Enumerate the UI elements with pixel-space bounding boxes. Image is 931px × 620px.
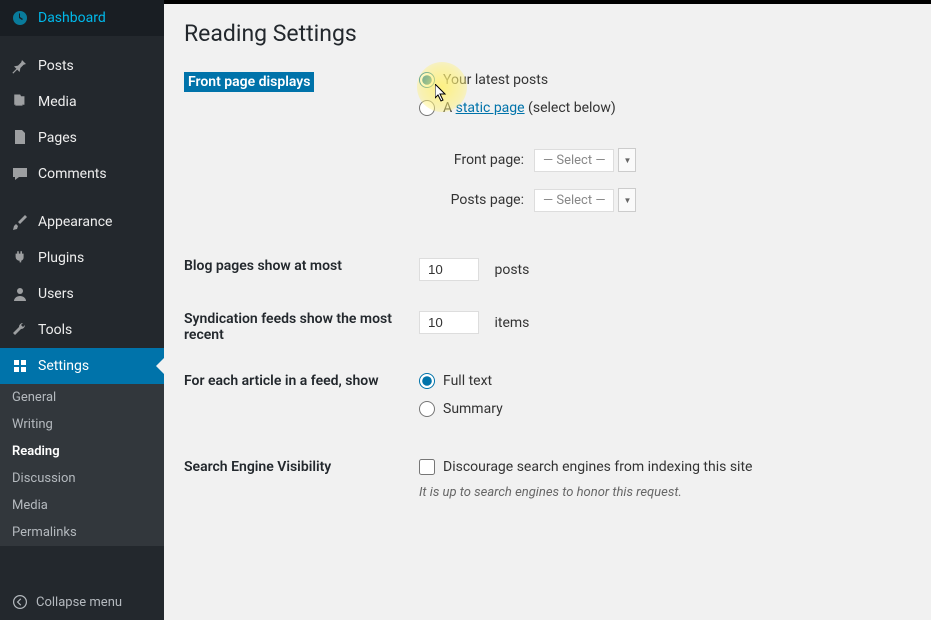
sidebar-label: Dashboard bbox=[38, 10, 106, 26]
sidebar-label: Settings bbox=[38, 358, 89, 374]
sidebar-item-appearance[interactable]: Appearance bbox=[0, 204, 164, 240]
sidebar-item-pages[interactable]: Pages bbox=[0, 120, 164, 156]
sidebar-label: Tools bbox=[38, 322, 72, 338]
posts-page-select-label: Posts page: bbox=[439, 192, 524, 208]
blog-pages-suffix: posts bbox=[494, 262, 529, 278]
sub-item-general[interactable]: General bbox=[0, 384, 164, 411]
posts-page-select-row: Posts page: — Select — ▼ bbox=[439, 188, 911, 212]
sidebar-item-settings[interactable]: Settings bbox=[0, 348, 164, 384]
label-blog-pages: Blog pages show at most bbox=[184, 258, 419, 281]
radio-full-text-input[interactable] bbox=[419, 373, 435, 389]
radio-summary-input[interactable] bbox=[419, 401, 435, 417]
checkbox-discourage: Discourage search engines from indexing … bbox=[419, 459, 911, 475]
sidebar-label: Users bbox=[38, 286, 74, 302]
checkbox-discourage-label[interactable]: Discourage search engines from indexing … bbox=[443, 459, 752, 475]
front-page-select[interactable]: — Select — bbox=[534, 149, 614, 172]
front-page-select-row: Front page: — Select — ▼ bbox=[439, 148, 911, 172]
radio-full-text: Full text bbox=[419, 373, 911, 389]
sidebar-label: Pages bbox=[38, 130, 77, 146]
collapse-icon bbox=[10, 592, 30, 612]
row-syndication: Syndication feeds show the most recent i… bbox=[184, 311, 911, 343]
dropdown-arrow-icon[interactable]: ▼ bbox=[618, 188, 636, 212]
label-syndication: Syndication feeds show the most recent bbox=[184, 311, 419, 343]
settings-submenu: General Writing Reading Discussion Media… bbox=[0, 384, 164, 546]
sidebar-item-plugins[interactable]: Plugins bbox=[0, 240, 164, 276]
syndication-suffix: items bbox=[494, 315, 529, 331]
content-area: Reading Settings Front page displays You… bbox=[164, 0, 931, 620]
media-icon bbox=[10, 92, 30, 112]
users-icon bbox=[10, 284, 30, 304]
sidebar-item-dashboard[interactable]: Dashboard bbox=[0, 0, 164, 36]
sidebar-item-comments[interactable]: Comments bbox=[0, 156, 164, 192]
sidebar-item-media[interactable]: Media bbox=[0, 84, 164, 120]
front-page-select-label: Front page: bbox=[439, 152, 524, 168]
collapse-menu[interactable]: Collapse menu bbox=[0, 584, 164, 620]
search-engine-note: It is up to search engines to honor this… bbox=[419, 485, 911, 500]
row-front-page: Front page displays Your latest posts A … bbox=[184, 72, 911, 228]
radio-latest-posts-input[interactable] bbox=[419, 72, 435, 88]
sidebar-label: Comments bbox=[38, 166, 107, 182]
radio-static-page-label[interactable]: A static page (select below) bbox=[443, 100, 616, 116]
comments-icon bbox=[10, 164, 30, 184]
sidebar-label: Plugins bbox=[38, 250, 84, 266]
label-search-engine: Search Engine Visibility bbox=[184, 459, 419, 500]
plug-icon bbox=[10, 248, 30, 268]
sidebar-item-users[interactable]: Users bbox=[0, 276, 164, 312]
tools-icon bbox=[10, 320, 30, 340]
dropdown-arrow-icon[interactable]: ▼ bbox=[618, 148, 636, 172]
sidebar-label: Appearance bbox=[38, 214, 112, 230]
sidebar-item-posts[interactable]: Posts bbox=[0, 48, 164, 84]
top-bar bbox=[164, 0, 931, 4]
page-title: Reading Settings bbox=[184, 20, 911, 47]
admin-sidebar: Dashboard Posts Media Pages Comments App… bbox=[0, 0, 164, 620]
sub-item-discussion[interactable]: Discussion bbox=[0, 465, 164, 492]
settings-form: Front page displays Your latest posts A … bbox=[184, 72, 911, 500]
radio-static-page-input[interactable] bbox=[419, 100, 435, 116]
pin-icon bbox=[10, 56, 30, 76]
radio-latest-posts: Your latest posts bbox=[419, 72, 911, 88]
pages-icon bbox=[10, 128, 30, 148]
brush-icon bbox=[10, 212, 30, 232]
sidebar-label: Media bbox=[38, 94, 77, 110]
radio-summary: Summary bbox=[419, 401, 911, 417]
sub-item-reading[interactable]: Reading bbox=[0, 438, 164, 465]
dashboard-icon bbox=[10, 8, 30, 28]
row-article-feed: For each article in a feed, show Full te… bbox=[184, 373, 911, 429]
label-front-page: Front page displays bbox=[184, 72, 314, 92]
radio-static-page: A static page (select below) bbox=[419, 100, 911, 116]
label-article-feed: For each article in a feed, show bbox=[184, 373, 419, 429]
syndication-input[interactable] bbox=[419, 311, 479, 334]
posts-page-select[interactable]: — Select — bbox=[534, 189, 614, 212]
sub-item-permalinks[interactable]: Permalinks bbox=[0, 519, 164, 546]
radio-summary-label[interactable]: Summary bbox=[443, 401, 503, 417]
settings-icon bbox=[10, 356, 30, 376]
row-blog-pages: Blog pages show at most posts bbox=[184, 258, 911, 281]
sub-item-writing[interactable]: Writing bbox=[0, 411, 164, 438]
sidebar-item-tools[interactable]: Tools bbox=[0, 312, 164, 348]
checkbox-discourage-input[interactable] bbox=[419, 459, 435, 475]
sub-item-media[interactable]: Media bbox=[0, 492, 164, 519]
row-search-engine: Search Engine Visibility Discourage sear… bbox=[184, 459, 911, 500]
radio-full-text-label[interactable]: Full text bbox=[443, 373, 492, 389]
blog-pages-input[interactable] bbox=[419, 258, 479, 281]
collapse-label: Collapse menu bbox=[36, 595, 122, 610]
radio-latest-posts-label[interactable]: Your latest posts bbox=[443, 72, 548, 88]
static-page-link[interactable]: static page bbox=[456, 100, 525, 116]
sidebar-label: Posts bbox=[38, 58, 74, 74]
